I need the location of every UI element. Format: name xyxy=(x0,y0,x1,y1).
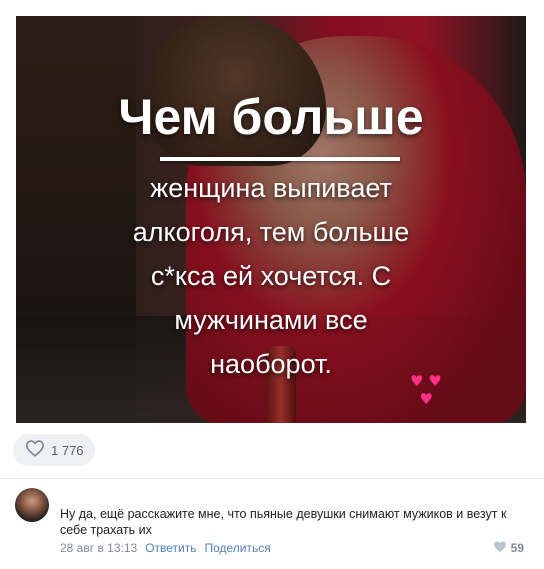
image-text-line: наоборот. xyxy=(210,349,332,379)
image-text-line: алкоголя, тем больше xyxy=(132,217,410,247)
divider xyxy=(0,478,544,479)
comment-timestamp[interactable]: 28 авг в 13:13 xyxy=(60,541,137,555)
image-text-line: женщина выпивает xyxy=(150,173,392,203)
image-headline: Чем больше xyxy=(118,89,424,145)
avatar[interactable] xyxy=(15,488,49,522)
image-underline xyxy=(160,157,400,161)
image-text: женщина выпивает алкоголя, тем больше с*… xyxy=(76,166,466,386)
post-like-count: 1 776 xyxy=(51,442,84,458)
share-link[interactable]: Поделиться xyxy=(204,541,270,555)
heart-outline-icon xyxy=(25,439,45,462)
reply-link[interactable]: Ответить xyxy=(145,541,196,555)
heart-filled-icon xyxy=(493,540,507,556)
image-text-line: с*кса ей хочется. С xyxy=(150,261,392,291)
comment-like-button[interactable]: 59 xyxy=(493,540,524,556)
post-image[interactable]: ♥ ♥ ♥ Чем больше женщина выпивает алкого… xyxy=(16,16,526,423)
comment-like-count: 59 xyxy=(510,541,524,555)
comment-text: Ну да, ещё расскажите мне, что пьяные де… xyxy=(60,507,507,537)
image-text-line: мужчинами все xyxy=(174,305,368,335)
post-like-button[interactable]: 1 776 xyxy=(13,434,95,466)
comment-meta: 28 авг в 13:13 Ответить Поделиться xyxy=(60,541,271,555)
